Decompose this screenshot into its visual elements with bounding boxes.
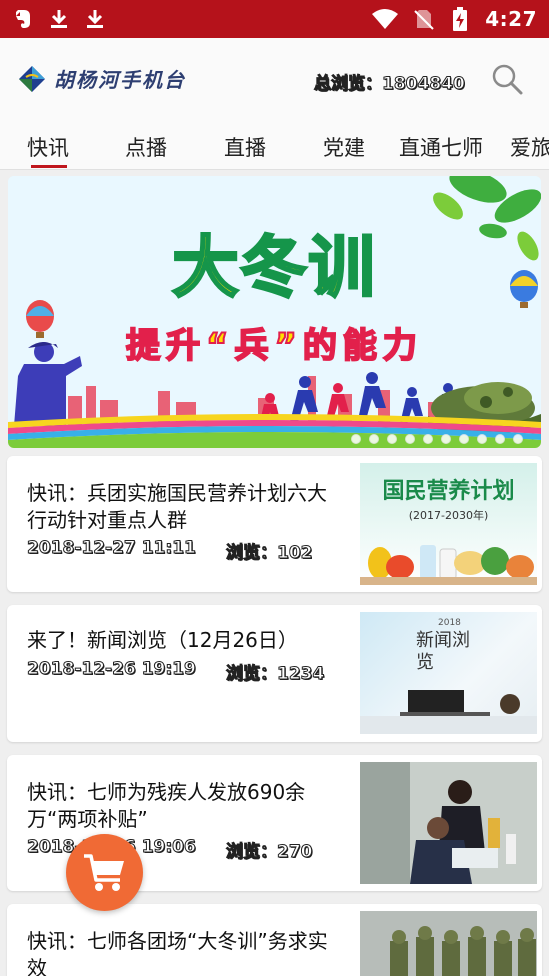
tab-dangjian[interactable]: 党建 xyxy=(323,132,365,162)
carousel-dot[interactable] xyxy=(369,434,379,444)
carousel-dot[interactable] xyxy=(477,434,487,444)
carousel-dot[interactable] xyxy=(351,434,361,444)
carousel-dot[interactable] xyxy=(459,434,469,444)
news-card[interactable]: 快讯：兵团实施国民营养计划六大行动针对重点人群 2018-12-27 11:11… xyxy=(7,456,542,592)
news-title: 来了！新闻浏览（12月26日） xyxy=(27,628,298,652)
desk-illustration xyxy=(360,690,537,734)
carousel-dot[interactable] xyxy=(441,434,451,444)
app-header: 胡杨河手机台 总浏览：1804840 xyxy=(0,38,549,124)
photo-soldiers xyxy=(360,911,537,976)
news-views: 浏览：102 xyxy=(226,543,313,564)
news-views: 浏览：270 xyxy=(226,842,313,863)
carousel-dot[interactable] xyxy=(423,434,433,444)
news-date: 2018-12-26 19:19 xyxy=(27,659,197,680)
search-button[interactable] xyxy=(490,62,524,96)
app-logo[interactable]: 胡杨河手机台 xyxy=(18,64,186,93)
shopping-cart-button[interactable] xyxy=(66,834,143,911)
carousel-dot[interactable] xyxy=(405,434,415,444)
news-title: 快讯：七师为残疾人发放690余万“两项补贴” xyxy=(27,780,306,831)
active-tab-indicator xyxy=(31,165,67,168)
banner-title: 大冬训 xyxy=(171,228,377,308)
tab-dianbo[interactable]: 点播 xyxy=(125,132,167,162)
shopping-cart-icon xyxy=(83,853,124,891)
photo-people xyxy=(360,762,537,884)
no-sim-icon xyxy=(413,8,435,30)
banner-subtitle: 提升“兵”的能力 xyxy=(125,325,423,367)
tab-ailv[interactable]: 爱旅 xyxy=(510,132,549,162)
news-title: 快讯：兵团实施国民营养计划六大行动针对重点人群 xyxy=(27,481,327,532)
news-thumbnail xyxy=(360,911,537,976)
tab-zhitong-qishi[interactable]: 直通七师 xyxy=(399,132,483,162)
tab-kuaixun[interactable]: 快讯 xyxy=(27,132,69,162)
status-time: 4:27 xyxy=(485,7,537,31)
news-date: 2018-12-27 11:11 xyxy=(27,538,197,559)
news-card[interactable]: 来了！新闻浏览（12月26日） 2018-12-26 19:19 浏览：1234… xyxy=(7,605,542,742)
news-thumbnail: 国民营养计划 (2017-2030年) xyxy=(360,463,537,585)
download-icon xyxy=(84,8,106,30)
news-card[interactable]: 快讯：七师各团场“大冬训”务求实效 xyxy=(7,904,542,976)
battery-charging-icon xyxy=(449,7,471,31)
carousel-dot[interactable] xyxy=(387,434,397,444)
evernote-icon xyxy=(12,8,34,30)
news-title: 快讯：七师各团场“大冬训”务求实效 xyxy=(27,929,328,976)
news-views: 浏览：1234 xyxy=(225,664,325,685)
carousel-indicators xyxy=(351,434,523,444)
status-bar: 4:27 xyxy=(0,0,549,38)
download-icon xyxy=(48,8,70,30)
wifi-icon xyxy=(371,8,399,30)
tab-zhibo[interactable]: 直播 xyxy=(224,132,266,162)
search-icon xyxy=(492,64,523,95)
banner-carousel[interactable]: 大冬训 提升“兵”的能力 xyxy=(8,176,541,448)
food-illustration xyxy=(360,545,537,585)
total-views: 总浏览：1804840 xyxy=(314,74,466,95)
channel-tabs: 快讯 点播 直播 党建 直通七师 爱旅 xyxy=(0,124,549,170)
carousel-dot[interactable] xyxy=(513,434,523,444)
logo-icon xyxy=(19,65,45,92)
logo-text: 胡杨河手机台 xyxy=(54,68,186,92)
carousel-dot[interactable] xyxy=(495,434,505,444)
news-thumbnail xyxy=(360,762,537,884)
news-thumbnail: 2018 新闻浏览 xyxy=(360,612,537,734)
